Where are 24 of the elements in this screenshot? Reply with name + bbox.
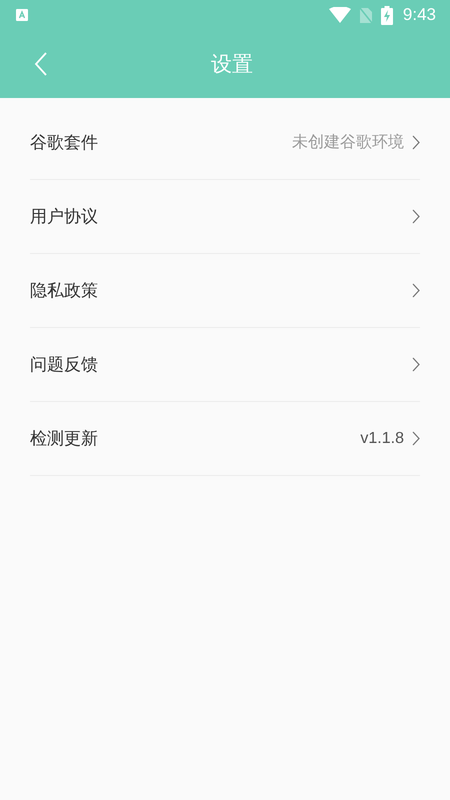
chevron-right-icon — [412, 431, 420, 446]
chevron-right-icon — [412, 283, 420, 298]
row-label: 隐私政策 — [30, 280, 98, 302]
row-label: 用户协议 — [30, 206, 98, 228]
row-value: v1.1.8 — [360, 430, 404, 448]
row-label: 问题反馈 — [30, 354, 98, 376]
settings-row[interactable]: 问题反馈 — [30, 328, 420, 402]
chevron-right-icon — [412, 209, 420, 224]
settings-row[interactable]: 用户协议 — [30, 180, 420, 254]
battery-charging-icon — [380, 6, 393, 24]
settings-row[interactable]: 隐私政策 — [30, 254, 420, 328]
settings-row[interactable]: 谷歌套件 未创建谷歌环境 — [30, 106, 420, 180]
no-sim-icon — [358, 6, 373, 24]
chevron-right-icon — [412, 357, 420, 372]
chevron-left-icon — [34, 52, 48, 76]
clock-time: 9:43 — [402, 5, 436, 25]
row-value: 未创建谷歌环境 — [292, 132, 404, 153]
row-label: 检测更新 — [30, 428, 98, 450]
wifi-icon — [328, 7, 351, 23]
app-notification-icon — [16, 9, 28, 21]
row-label: 谷歌套件 — [30, 132, 98, 154]
settings-row[interactable]: 检测更新 v1.1.8 — [30, 402, 420, 476]
chevron-right-icon — [412, 135, 420, 150]
page-title: 设置 — [210, 51, 254, 78]
